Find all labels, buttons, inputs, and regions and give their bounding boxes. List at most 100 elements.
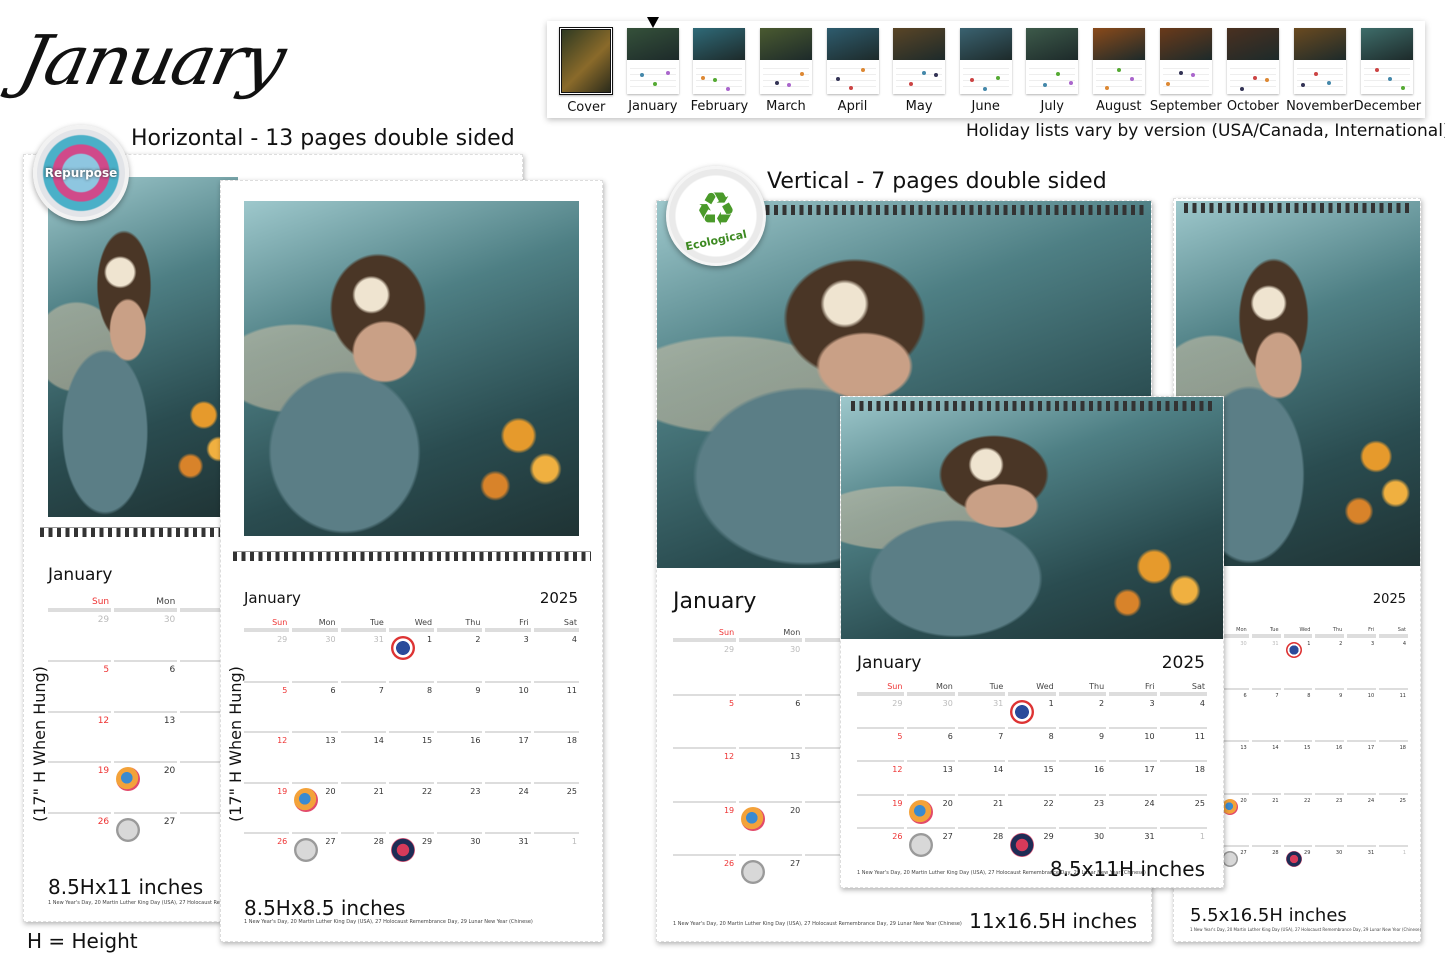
day-number: 23 bbox=[470, 786, 481, 796]
month-thumbnail[interactable] bbox=[559, 27, 614, 95]
calendar-day-cell: 27 bbox=[1219, 844, 1249, 897]
day-number: 4 bbox=[571, 635, 577, 645]
strip-item-june[interactable]: June bbox=[952, 25, 1019, 114]
calendar-day-cell: 13 bbox=[114, 710, 178, 761]
day-number: 26 bbox=[892, 831, 903, 841]
day-number: 5 bbox=[897, 732, 903, 742]
day-number: 15 bbox=[1304, 745, 1311, 752]
calendar-day-cell: 30 bbox=[292, 630, 338, 681]
calendar-day-cell: 8 bbox=[1008, 727, 1056, 760]
day-number: 30 bbox=[163, 615, 176, 625]
month-thumbnail[interactable] bbox=[826, 28, 879, 94]
holiday-sticker-icon bbox=[741, 806, 766, 831]
calendar-day-cell: 9 bbox=[437, 680, 483, 732]
day-number: 24 bbox=[1367, 797, 1375, 804]
strip-item-july[interactable]: July bbox=[1019, 25, 1086, 114]
month-thumbnail[interactable] bbox=[1226, 28, 1279, 94]
strip-item-march[interactable]: March bbox=[753, 25, 820, 114]
holiday-dot bbox=[799, 72, 804, 76]
strip-item-april[interactable]: April bbox=[819, 25, 886, 114]
strip-item-october[interactable]: October bbox=[1220, 25, 1287, 114]
holiday-dot bbox=[1165, 82, 1170, 86]
day-number: 14 bbox=[993, 765, 1004, 775]
calendar-day-cell: 6 bbox=[907, 727, 955, 760]
calendar-day-cell: 21 bbox=[340, 781, 386, 833]
calendar-month: January bbox=[857, 653, 922, 673]
strip-item-september[interactable]: September bbox=[1149, 25, 1222, 114]
strip-item-february[interactable]: February bbox=[686, 25, 753, 114]
calendar-day-cell: 6 bbox=[292, 680, 338, 732]
strip-item-august[interactable]: August bbox=[1086, 25, 1153, 114]
strip-item-january[interactable]: January bbox=[620, 17, 687, 114]
holiday-sticker-icon bbox=[294, 787, 319, 812]
day-number: 23 bbox=[1093, 798, 1105, 808]
month-thumbnail[interactable] bbox=[626, 28, 679, 94]
day-number: 31 bbox=[373, 635, 384, 645]
day-number: 24 bbox=[1144, 798, 1155, 808]
calendar-day-cell: 8 bbox=[388, 680, 435, 732]
day-number: 25 bbox=[1194, 798, 1205, 808]
day-number: 6 bbox=[795, 698, 801, 708]
thumbnail-photo bbox=[826, 28, 879, 60]
thumbnail-photo bbox=[1226, 28, 1279, 60]
day-number: 1 bbox=[1199, 831, 1205, 841]
spiral-binding bbox=[1184, 203, 1412, 213]
calendar-day-cell: 4 bbox=[1379, 636, 1408, 688]
thumbnail-photo bbox=[759, 28, 812, 60]
calendar-day-cell: 26 bbox=[857, 826, 905, 860]
holiday-dot bbox=[1313, 72, 1318, 76]
month-thumbnail[interactable] bbox=[959, 28, 1012, 94]
month-thumbnail[interactable] bbox=[1092, 28, 1145, 94]
month-thumbnail[interactable] bbox=[693, 28, 746, 94]
month-thumbnail[interactable] bbox=[1293, 28, 1346, 94]
month-thumbnail[interactable] bbox=[1159, 28, 1212, 94]
ecological-badge: ♻ Ecological bbox=[666, 166, 766, 266]
strip-item-label: September bbox=[1149, 99, 1222, 114]
calendar-grid: SunMonTueWedThuFriSat2930311234567891011… bbox=[244, 618, 579, 883]
day-number: 30 bbox=[1335, 849, 1343, 856]
day-number: 22 bbox=[1043, 798, 1054, 808]
day-number: 5 bbox=[729, 698, 735, 708]
day-number: 31 bbox=[1272, 641, 1279, 647]
month-thumbnail[interactable] bbox=[893, 28, 946, 94]
calendar-month: January bbox=[48, 565, 113, 585]
month-thumbnail[interactable] bbox=[1361, 28, 1414, 94]
calendar-day-cell: 4 bbox=[1159, 694, 1207, 727]
calendar-day-cell: 13 bbox=[292, 731, 338, 782]
month-thumbnail[interactable] bbox=[759, 28, 812, 94]
day-number: 16 bbox=[1093, 765, 1105, 775]
thumbnail-photo bbox=[1092, 28, 1145, 60]
weekday-header: Mon bbox=[1219, 627, 1249, 636]
vertical-heading: Vertical - 7 pages double sided bbox=[767, 169, 1107, 194]
holiday-sticker-icon bbox=[909, 832, 934, 857]
holiday-dot bbox=[639, 73, 644, 77]
weekday-header: Thu bbox=[1058, 682, 1107, 694]
holiday-sticker-icon bbox=[909, 799, 934, 824]
day-number: 2 bbox=[1099, 699, 1105, 708]
strip-item-december[interactable]: December bbox=[1354, 25, 1421, 114]
weekday-header: Mon bbox=[114, 597, 178, 610]
weekday-header: Fri bbox=[1109, 682, 1157, 694]
day-number: 25 bbox=[566, 786, 577, 796]
day-number: 14 bbox=[1272, 745, 1279, 752]
strip-item-november[interactable]: November bbox=[1286, 25, 1354, 114]
calendar-day-cell: 2 bbox=[1058, 694, 1107, 727]
holiday-sticker-icon bbox=[741, 860, 766, 885]
calendar-day-cell: 30 bbox=[114, 610, 178, 660]
day-number: 28 bbox=[373, 837, 384, 847]
holiday-dot bbox=[1129, 77, 1134, 81]
day-number: 16 bbox=[1335, 745, 1343, 752]
weekday-header: Mon bbox=[739, 628, 803, 641]
day-number: 30 bbox=[942, 699, 953, 708]
calendar-day-cell: 28 bbox=[957, 826, 1006, 860]
month-thumbnail[interactable] bbox=[1026, 28, 1079, 94]
calendar-day-cell: 3 bbox=[485, 630, 531, 681]
strip-item-may[interactable]: May bbox=[886, 25, 953, 114]
size-label: 11x16.5H inches bbox=[969, 909, 1137, 933]
day-number: 31 bbox=[1367, 849, 1375, 856]
day-number: 9 bbox=[475, 685, 481, 695]
strip-item-cover[interactable]: Cover bbox=[553, 25, 620, 115]
day-number: 18 bbox=[1399, 745, 1406, 752]
day-number: 19 bbox=[892, 798, 903, 808]
day-number: 26 bbox=[723, 859, 735, 869]
